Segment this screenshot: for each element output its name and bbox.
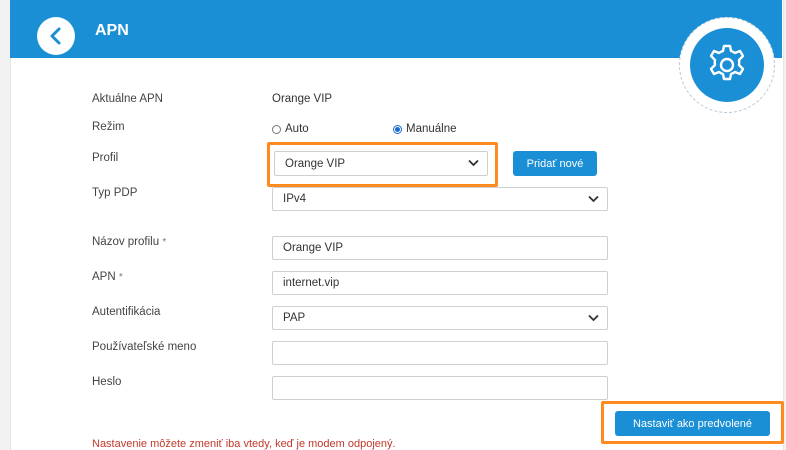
required-mark: *	[118, 272, 123, 283]
disconnect-note: Nastavenie môžete zmeniť iba vtedy, keď …	[92, 438, 396, 450]
apn-label: APN *	[92, 271, 123, 283]
settings-circle	[690, 28, 764, 102]
chevron-down-icon	[588, 314, 599, 322]
pdp-select[interactable]: IPv4	[272, 187, 608, 211]
username-field[interactable]	[283, 347, 607, 359]
chevron-down-icon	[468, 159, 479, 167]
pdp-select-value: IPv4	[283, 193, 307, 205]
mode-auto-radio[interactable]: Auto	[272, 123, 309, 135]
radio-icon	[272, 124, 281, 134]
profile-select[interactable]: Orange VIP	[274, 151, 488, 176]
profile-label: Profil	[92, 152, 119, 164]
profile-name-input[interactable]	[272, 236, 608, 260]
password-input[interactable]	[272, 376, 608, 400]
password-field[interactable]	[283, 382, 607, 394]
pdp-label: Typ PDP	[92, 187, 138, 199]
apn-input[interactable]	[272, 271, 608, 295]
apn-label-text: APN	[92, 271, 116, 283]
username-input[interactable]	[272, 341, 608, 365]
password-label: Heslo	[92, 376, 122, 388]
mode-manual-label: Manuálne	[406, 123, 457, 135]
page-title: APN	[95, 22, 129, 39]
required-mark: *	[162, 237, 167, 248]
current-apn-value: Orange VIP	[272, 93, 333, 105]
profile-name-label: Názov profilu *	[92, 236, 166, 248]
profile-name-label-text: Názov profilu	[92, 236, 160, 248]
mode-auto-label: Auto	[285, 123, 309, 135]
settings-badge	[679, 17, 775, 113]
username-label: Používateľské meno	[92, 341, 197, 353]
back-button[interactable]	[37, 17, 75, 55]
profile-name-field[interactable]	[283, 242, 607, 254]
auth-select-value: PAP	[283, 312, 306, 324]
mode-label: Režim	[92, 121, 125, 133]
set-default-button[interactable]: Nastaviť ako predvolené	[615, 411, 770, 436]
chevron-down-icon	[588, 195, 599, 203]
current-apn-label: Aktuálne APN	[92, 93, 163, 105]
radio-selected-icon	[393, 124, 402, 134]
mode-manual-radio[interactable]: Manuálne	[393, 123, 457, 135]
add-new-button[interactable]: Pridať nové	[513, 151, 597, 176]
chevron-left-icon	[50, 27, 61, 45]
gear-icon	[709, 44, 745, 81]
profile-select-value: Orange VIP	[285, 157, 346, 170]
auth-label: Autentifikácia	[92, 306, 161, 318]
auth-select[interactable]: PAP	[272, 306, 608, 330]
apn-field[interactable]	[283, 277, 607, 289]
